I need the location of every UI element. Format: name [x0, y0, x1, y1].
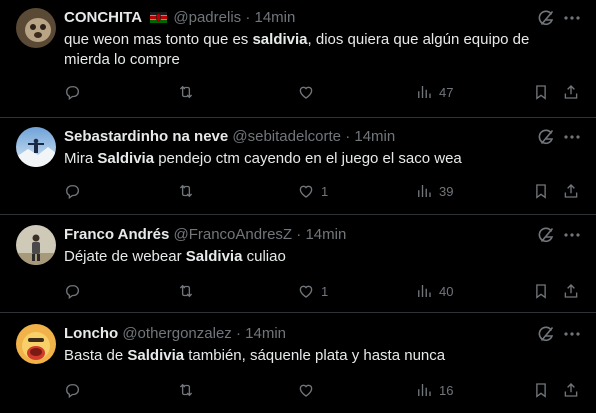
tweet-text: Mira Saldivia pendejo ctm cayendo en el … [64, 150, 462, 167]
timestamp[interactable]: 14min [305, 226, 346, 243]
reply-button[interactable] [63, 380, 87, 400]
bookmark-icon [536, 85, 546, 100]
tweet-header: Sebastardinho na neve @sebitadelcorte · … [64, 127, 395, 147]
bookmark-icon [536, 383, 546, 398]
avatar[interactable] [16, 324, 56, 364]
like-button[interactable] [297, 380, 321, 400]
views-button[interactable]: 16 [415, 380, 453, 400]
like-button[interactable]: 1 [297, 181, 328, 201]
tweet-text: Basta de Saldivia también, sáquenle plat… [64, 347, 446, 364]
retweet-button[interactable] [177, 181, 201, 201]
views-icon [418, 86, 431, 98]
display-name[interactable]: Loncho [64, 325, 118, 342]
action-bar: 1 39 [56, 181, 596, 201]
grok-icon[interactable] [536, 127, 556, 147]
grok-icon[interactable] [536, 324, 556, 344]
user-handle[interactable]: @padrelis [173, 9, 241, 26]
reply-icon [66, 285, 79, 300]
more-icon[interactable] [562, 225, 582, 245]
user-handle[interactable]: @othergonzalez [122, 325, 231, 342]
display-name[interactable]: Sebastardinho na neve [64, 128, 228, 145]
tweet-franco-andres[interactable]: Franco Andrés @FrancoAndresZ · 14min Déj… [0, 215, 596, 312]
timestamp[interactable]: 14min [245, 325, 286, 342]
action-bar: 47 [56, 82, 596, 102]
separator-dot: · [235, 325, 241, 342]
bookmark-icon [536, 184, 546, 199]
retweet-button[interactable] [177, 281, 201, 301]
retweet-icon [179, 184, 193, 198]
like-button[interactable]: 1 [297, 281, 328, 301]
reply-button[interactable] [63, 181, 87, 201]
tweet-loncho[interactable]: Loncho @othergonzalez · 14min Basta de S… [0, 313, 596, 413]
share-icon [564, 85, 578, 99]
like-icon [299, 185, 313, 198]
tweet-text: que weon mas tonto que es saldivia, dios… [64, 31, 530, 68]
bookmark-button[interactable] [532, 82, 550, 102]
reply-icon [66, 86, 79, 101]
tweet-text: Déjate de webear Saldivia culiao [64, 248, 286, 265]
grok-icon[interactable] [536, 225, 556, 245]
share-button[interactable] [562, 181, 580, 201]
user-handle[interactable]: @sebitadelcorte [232, 128, 341, 145]
display-name[interactable]: Franco Andrés [64, 226, 169, 243]
views-button[interactable]: 40 [415, 281, 453, 301]
tweet-header: Loncho @othergonzalez · 14min [64, 324, 286, 344]
views-icon [418, 285, 431, 297]
timestamp[interactable]: 14min [255, 9, 296, 26]
reply-icon [66, 384, 79, 399]
tweet-feed: CONCHITA @padrelis · 14min que weon mas … [0, 0, 596, 413]
grok-icon[interactable] [536, 8, 556, 28]
tweet-header: CONCHITA @padrelis · 14min [64, 8, 295, 28]
retweet-icon [179, 85, 193, 99]
action-bar: 16 [56, 380, 596, 400]
reply-icon [66, 185, 79, 200]
bookmark-button[interactable] [532, 181, 550, 201]
bookmark-button[interactable] [532, 380, 550, 400]
avatar[interactable] [16, 127, 56, 167]
like-button[interactable] [297, 82, 321, 102]
more-icon[interactable] [562, 324, 582, 344]
share-button[interactable] [562, 380, 580, 400]
retweet-icon [179, 383, 193, 397]
views-icon [418, 185, 431, 197]
separator-dot: · [296, 226, 302, 243]
more-icon[interactable] [562, 127, 582, 147]
separator-dot: · [345, 128, 351, 145]
more-icon[interactable] [562, 8, 582, 28]
retweet-icon [179, 284, 193, 298]
bookmark-icon [536, 284, 546, 299]
display-name[interactable]: CONCHITA [64, 9, 142, 26]
tweet-sebastardinho[interactable]: Sebastardinho na neve @sebitadelcorte · … [0, 118, 596, 214]
action-bar: 1 40 [56, 281, 596, 301]
share-icon [564, 184, 578, 198]
share-button[interactable] [562, 281, 580, 301]
avatar[interactable] [16, 8, 56, 48]
kenya-flag-icon [150, 9, 168, 23]
share-button[interactable] [562, 82, 580, 102]
like-icon [299, 86, 313, 99]
avatar[interactable] [16, 225, 56, 265]
share-icon [564, 383, 578, 397]
like-icon [299, 285, 313, 298]
timestamp[interactable]: 14min [354, 128, 395, 145]
user-handle[interactable]: @FrancoAndresZ [173, 226, 292, 243]
views-button[interactable]: 39 [415, 181, 453, 201]
like-icon [299, 384, 313, 397]
reply-button[interactable] [63, 281, 87, 301]
bookmark-button[interactable] [532, 281, 550, 301]
retweet-button[interactable] [177, 82, 201, 102]
tweet-header: Franco Andrés @FrancoAndresZ · 14min [64, 225, 346, 245]
views-icon [418, 384, 431, 396]
views-button[interactable]: 47 [415, 82, 453, 102]
retweet-button[interactable] [177, 380, 201, 400]
reply-button[interactable] [63, 82, 87, 102]
share-icon [564, 284, 578, 298]
tweet-conchita[interactable]: CONCHITA @padrelis · 14min que weon mas … [0, 0, 596, 117]
separator-dot: · [245, 9, 251, 26]
